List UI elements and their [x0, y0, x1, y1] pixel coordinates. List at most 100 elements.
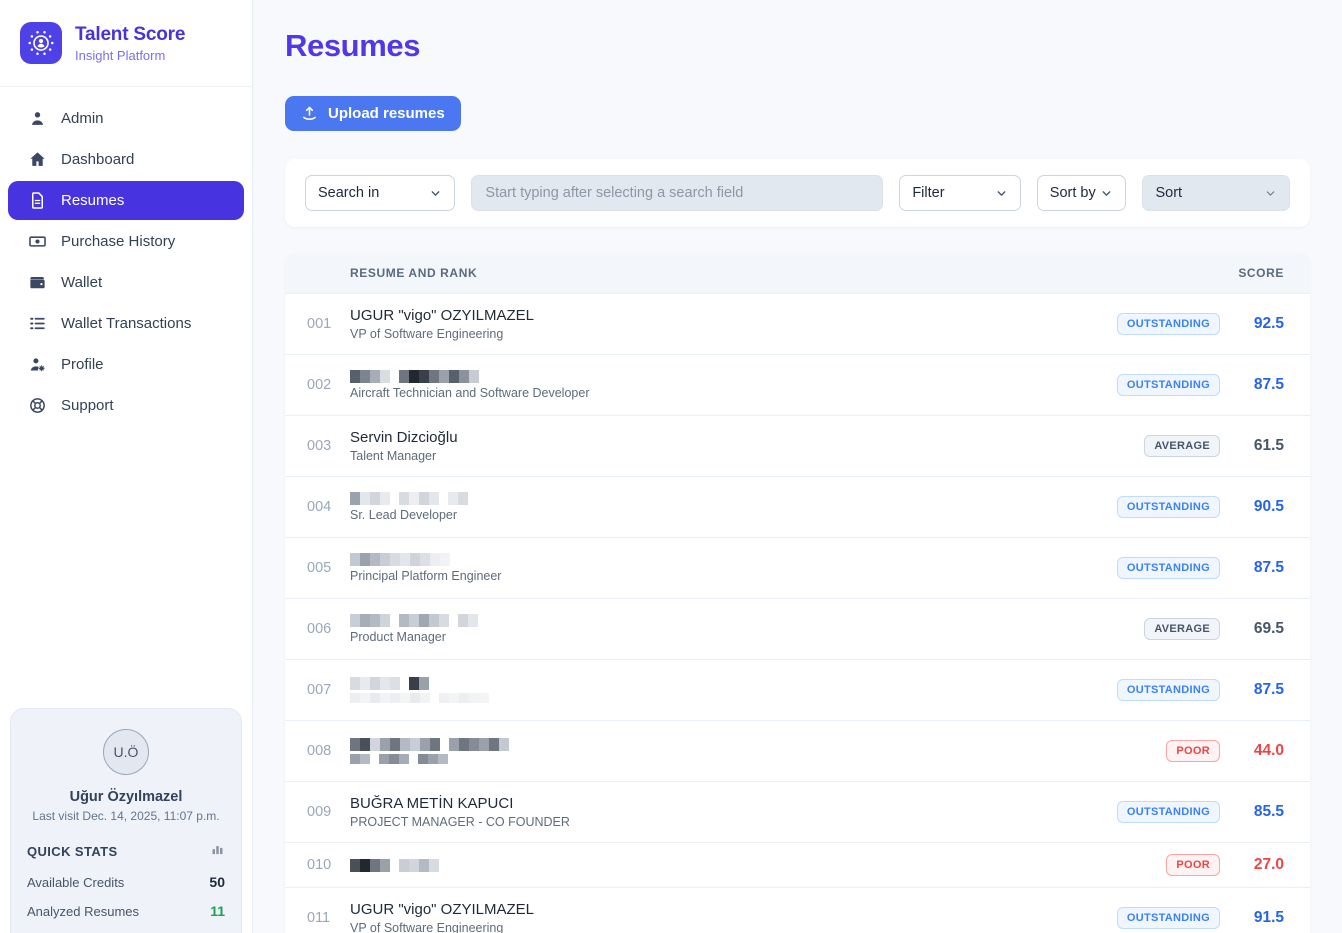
chevron-down-icon	[1264, 187, 1277, 200]
score-value: 87.5	[1238, 376, 1284, 394]
row-rank: 006	[307, 621, 350, 637]
sidebar-item-label: Support	[61, 397, 114, 414]
home-icon	[28, 150, 47, 169]
stat-row: Available Credits 50	[27, 874, 225, 890]
rank-badge: OUTSTANDING	[1117, 679, 1220, 701]
table-row[interactable]: 003 Servin Dizcioğlu Talent Manager AVER…	[285, 415, 1310, 476]
table-row[interactable]: 002 Aircraft Technician and Software Dev…	[285, 354, 1310, 415]
upload-resumes-button[interactable]: Upload resumes	[285, 96, 461, 131]
chevron-down-icon	[429, 187, 442, 200]
row-rank: 005	[307, 560, 350, 576]
score-value: 61.5	[1238, 437, 1284, 455]
rank-badge: OUTSTANDING	[1117, 313, 1220, 335]
table-row[interactable]: 006 Product Manager AVERAGE 69.5	[285, 598, 1310, 659]
talent-score-logo-icon	[20, 22, 62, 64]
lifebuoy-icon	[28, 396, 47, 415]
score-value: 27.0	[1238, 856, 1284, 874]
table-row[interactable]: 004 Sr. Lead Developer OUTSTANDING 90.5	[285, 476, 1310, 537]
score-value: 87.5	[1238, 681, 1284, 699]
app-name: Talent Score	[75, 24, 185, 46]
bar-chart-icon	[210, 841, 225, 861]
sidebar-item-wallet-transactions[interactable]: Wallet Transactions	[8, 304, 244, 343]
sidebar-item-label: Dashboard	[61, 151, 134, 168]
stat-row: Analyzed Resumes 11	[27, 903, 225, 919]
resume-name: Servin Dizcioğlu	[350, 429, 1144, 446]
filter-select[interactable]: Filter	[899, 175, 1020, 211]
sidebar-item-profile[interactable]: Profile	[8, 345, 244, 384]
table-header: RESUME AND RANK SCORE	[285, 253, 1310, 293]
score-value: 92.5	[1238, 315, 1284, 333]
app-logo: Talent Score Insight Platform	[0, 0, 252, 87]
resume-title-redacted	[350, 754, 1166, 764]
row-rank: 004	[307, 499, 350, 515]
stat-value: 11	[210, 903, 225, 919]
table-row[interactable]: 011 UGUR "vigo" OZYILMAZEL VP of Softwar…	[285, 887, 1310, 933]
score-value: 44.0	[1238, 742, 1284, 760]
sidebar-item-dashboard[interactable]: Dashboard	[8, 140, 244, 179]
avatar: U.Ö	[103, 729, 149, 775]
row-rank: 007	[307, 682, 350, 698]
sidebar-item-label: Wallet	[61, 274, 102, 291]
sidebar-item-wallet[interactable]: Wallet	[8, 263, 244, 302]
row-rank: 009	[307, 804, 350, 820]
row-rank: 001	[307, 316, 350, 332]
row-rank: 003	[307, 438, 350, 454]
sidebar-item-label: Purchase History	[61, 233, 175, 250]
sort-select[interactable]: Sort	[1142, 175, 1290, 211]
resume-name-redacted	[350, 738, 1166, 751]
sidebar-nav: Admin Dashboard Resumes Purchase History…	[0, 87, 252, 427]
row-rank: 002	[307, 377, 350, 393]
score-value: 69.5	[1238, 620, 1284, 638]
resume-name: UGUR "vigo" OZYILMAZEL	[350, 307, 1117, 324]
table-row[interactable]: 008 POOR 44.0	[285, 720, 1310, 781]
resume-title: Product Manager	[350, 630, 1144, 644]
stat-label: Available Credits	[27, 875, 124, 890]
rank-badge: OUTSTANDING	[1117, 801, 1220, 823]
resume-title: VP of Software Engineering	[350, 921, 1117, 933]
stat-value: 50	[209, 874, 225, 890]
resume-title: Sr. Lead Developer	[350, 508, 1117, 522]
user-icon	[28, 109, 47, 128]
row-rank: 011	[307, 910, 350, 926]
resume-name-redacted	[350, 553, 1117, 566]
rank-badge: OUTSTANDING	[1117, 557, 1220, 579]
search-input[interactable]	[471, 175, 883, 211]
table-row[interactable]: 007 OUTSTANDING 87.5	[285, 659, 1310, 720]
last-visit: Last visit Dec. 14, 2025, 11:07 p.m.	[27, 809, 225, 823]
user-name: Uğur Özyılmazel	[27, 789, 225, 805]
upload-icon	[301, 105, 318, 122]
resume-title: Aircraft Technician and Software Develop…	[350, 386, 1117, 400]
table-row[interactable]: 005 Principal Platform Engineer OUTSTAND…	[285, 537, 1310, 598]
sort-by-select[interactable]: Sort by	[1037, 175, 1127, 211]
sidebar-item-admin[interactable]: Admin	[8, 99, 244, 138]
table-row[interactable]: 001 UGUR "vigo" OZYILMAZEL VP of Softwar…	[285, 293, 1310, 354]
app-tagline: Insight Platform	[75, 48, 185, 63]
resume-name-redacted	[350, 677, 1117, 690]
table-row[interactable]: 009 BUĞRA METİN KAPUCI PROJECT MANAGER -…	[285, 781, 1310, 842]
column-score: SCORE	[1238, 266, 1284, 280]
resume-name-redacted	[350, 614, 1144, 627]
rank-badge: POOR	[1166, 854, 1220, 876]
sidebar-item-label: Resumes	[61, 192, 124, 209]
chevron-down-icon	[995, 187, 1008, 200]
resume-name: BUĞRA METİN KAPUCI	[350, 795, 1117, 812]
rank-badge: POOR	[1166, 740, 1220, 762]
user-gear-icon	[28, 355, 47, 374]
sidebar-item-support[interactable]: Support	[8, 386, 244, 425]
resume-title: Talent Manager	[350, 449, 1144, 463]
sidebar-item-label: Admin	[61, 110, 104, 127]
row-rank: 008	[307, 743, 350, 759]
score-value: 87.5	[1238, 559, 1284, 577]
document-icon	[28, 191, 47, 210]
sidebar-item-purchase-history[interactable]: Purchase History	[8, 222, 244, 261]
quick-stats-title: QUICK STATS	[27, 844, 118, 859]
resume-name-redacted	[350, 492, 1117, 505]
score-value: 90.5	[1238, 498, 1284, 516]
sidebar-item-label: Wallet Transactions	[61, 315, 191, 332]
table-row[interactable]: 010 POOR 27.0	[285, 842, 1310, 887]
sidebar-item-resumes[interactable]: Resumes	[8, 181, 244, 220]
rank-badge: OUTSTANDING	[1117, 496, 1220, 518]
search-in-select[interactable]: Search in	[305, 175, 455, 211]
resume-name-redacted	[350, 859, 1166, 872]
sidebar-item-label: Profile	[61, 356, 104, 373]
